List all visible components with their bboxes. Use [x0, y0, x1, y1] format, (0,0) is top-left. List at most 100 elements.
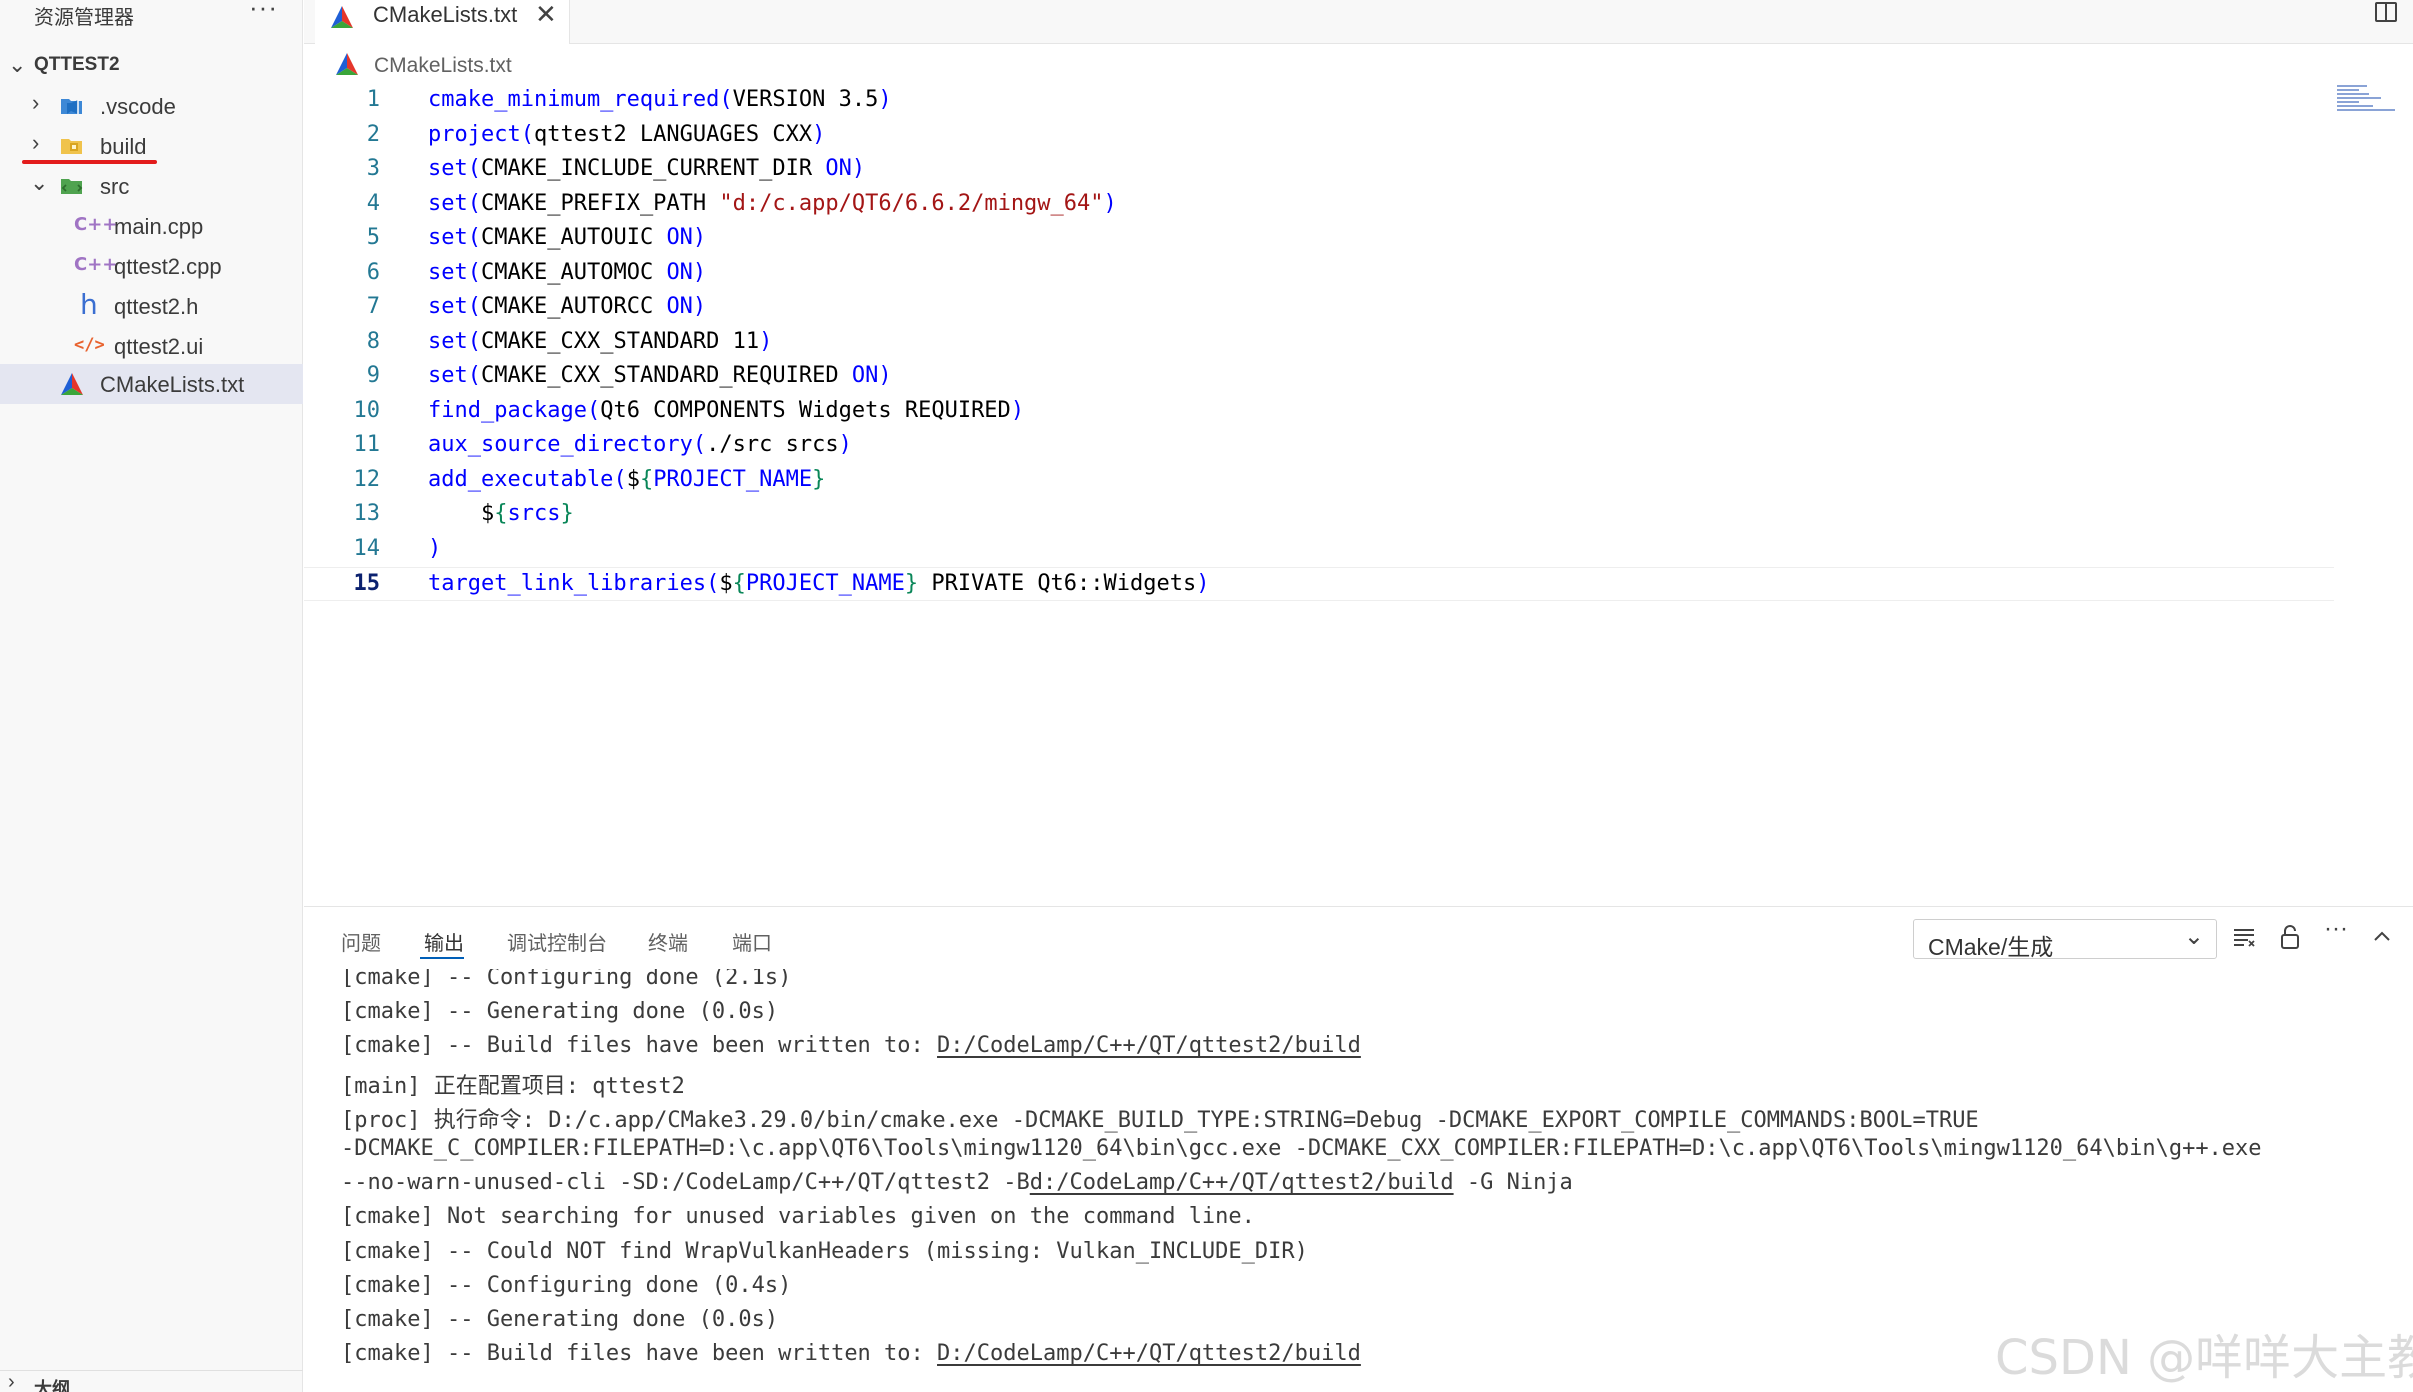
- split-editor-icon[interactable]: [2375, 2, 2397, 22]
- code-text: set(CMAKE_CXX_STANDARD 11): [428, 329, 772, 354]
- tree-item-qttest2-ui[interactable]: </> qttest2.ui: [0, 326, 303, 366]
- code-token: ON): [825, 156, 866, 181]
- code-line[interactable]: 9 set(CMAKE_CXX_STANDARD_REQUIRED ON): [304, 360, 2334, 394]
- code-line[interactable]: 1 cmake_minimum_required(VERSION 3.5): [304, 84, 2334, 118]
- output-path-link[interactable]: d:/CodeLamp/C++/QT/qttest2/build: [1030, 1170, 1454, 1195]
- line-number: 11: [353, 432, 381, 457]
- code-token: {: [732, 571, 746, 596]
- code-line[interactable]: 10 find_package(Qt6 COMPONENTS Widgets RE…: [304, 395, 2334, 429]
- active-tab-indicator: [420, 957, 464, 959]
- code-line[interactable]: 6 set(CMAKE_AUTOMOC ON): [304, 257, 2334, 291]
- code-token: CMAKE_CXX_STANDARD 11: [481, 328, 760, 354]
- code-text: ${srcs}: [428, 501, 574, 526]
- code-token: (: [692, 432, 707, 457]
- code-token: set: [428, 156, 468, 181]
- code-line[interactable]: 3 set(CMAKE_INCLUDE_CURRENT_DIR ON): [304, 153, 2334, 187]
- more-actions-icon[interactable]: ···: [2322, 915, 2350, 943]
- tree-item-label: qttest2.ui: [114, 334, 204, 359]
- tab-terminal[interactable]: 终端: [648, 927, 688, 956]
- outline-label: 大纲: [34, 1379, 70, 1392]
- code-editor[interactable]: 1 cmake_minimum_required(VERSION 3.5) 2 pro…: [304, 84, 2413, 904]
- annotation-underline: [22, 160, 157, 164]
- code-token: CMAKE_AUTORCC: [481, 294, 667, 319]
- code-token: project: [428, 121, 521, 147]
- tab-debug-console[interactable]: 调试控制台: [507, 927, 607, 956]
- line-number: 3: [366, 156, 380, 181]
- line-number: 4: [366, 190, 380, 216]
- line-number: 7: [366, 294, 380, 319]
- line-number: 5: [366, 225, 380, 250]
- code-token: CMAKE_AUTOUIC: [481, 225, 667, 250]
- explorer-header: 资源管理器 ···: [0, 0, 303, 34]
- tab-cmakelists[interactable]: CMakeLists.txt ✕: [315, 0, 570, 44]
- code-line[interactable]: 4 set(CMAKE_PREFIX_PATH "d:/c.app/QT6/6.6…: [304, 188, 2334, 222]
- code-token: ON): [666, 294, 707, 319]
- code-token: PROJECT_NAME: [653, 466, 813, 492]
- code-line[interactable]: 2 project(qttest2 LANGUAGES CXX): [304, 119, 2334, 153]
- minimap[interactable]: [2337, 85, 2395, 115]
- code-text: set(CMAKE_AUTORCC ON): [428, 294, 706, 319]
- tab-ports[interactable]: 端口: [732, 927, 772, 956]
- tab-label: CMakeLists.txt: [373, 2, 518, 27]
- tab-problems[interactable]: 问题: [341, 927, 381, 956]
- code-text: project(qttest2 LANGUAGES CXX): [428, 122, 825, 147]
- tree-item-src[interactable]: ⌄ src: [0, 166, 303, 206]
- tree-item-qttest2-cpp[interactable]: C++ qttest2.cpp: [0, 246, 303, 286]
- tree-item-cmakelists[interactable]: CMakeLists.txt: [0, 364, 303, 404]
- line-number: 12: [353, 466, 381, 492]
- more-actions-icon[interactable]: ···: [249, 0, 278, 23]
- tree-item-label: CMakeLists.txt: [100, 372, 245, 397]
- code-token: "d:/c.app/QT6/6.6.2/mingw_64": [719, 190, 1104, 216]
- line-number: 10: [353, 397, 381, 423]
- workspace-root[interactable]: ⌄ QTTEST2: [0, 50, 303, 80]
- code-line[interactable]: 13 ${srcs}: [304, 498, 2334, 532]
- output-line: [cmake] -- Generating done (0.0s): [341, 999, 778, 1024]
- output-text: [cmake] -- Build files have been written…: [341, 1033, 938, 1059]
- code-line[interactable]: 11 aux_source_directory(./src srcs): [304, 429, 2334, 463]
- word-wrap-icon[interactable]: [2230, 923, 2258, 951]
- code-text: add_executable(${PROJECT_NAME}: [428, 467, 825, 492]
- code-token: $: [719, 571, 733, 596]
- code-token: $: [428, 501, 495, 526]
- code-token: (: [613, 466, 627, 492]
- output-line: [proc] 执行命令: D:/c.app/CMake3.29.0/bin/cm…: [341, 1102, 1979, 1134]
- output-text: [cmake] -- Generating done (0.0s): [341, 999, 779, 1025]
- code-line[interactable]: 8 set(CMAKE_CXX_STANDARD 11): [304, 326, 2334, 360]
- code-token: (: [719, 87, 733, 112]
- output-line: [cmake] -- Build files have been written…: [341, 1341, 1361, 1366]
- chevron-down-icon: ⌄: [30, 170, 49, 195]
- code-token: ): [428, 535, 442, 561]
- code-text: target_link_libraries(${PROJECT_NAME} PR…: [428, 571, 1210, 596]
- breadcrumb-item[interactable]: CMakeLists.txt: [374, 54, 512, 78]
- code-line[interactable]: 7 set(CMAKE_AUTORCC ON): [304, 291, 2334, 325]
- code-line[interactable]: 12 add_executable(${PROJECT_NAME}: [304, 464, 2334, 498]
- code-token: set: [428, 190, 468, 216]
- tree-item-qttest2-h[interactable]: h qttest2.h: [0, 286, 303, 326]
- line-number: 15: [353, 571, 381, 596]
- output-line: [cmake] -- Build files have been written…: [341, 1033, 1361, 1058]
- output-path-link[interactable]: D:/CodeLamp/C++/QT/qttest2/build: [937, 1341, 1361, 1366]
- code-token: target_link_libraries: [428, 571, 707, 596]
- code-token: qttest2 LANGUAGES CXX: [533, 121, 813, 147]
- close-icon[interactable]: ✕: [535, 0, 557, 30]
- chevron-right-icon: ›: [8, 1371, 15, 1392]
- chevron-down-icon: ⌄: [8, 52, 27, 77]
- tree-item-label: main.cpp: [114, 214, 204, 239]
- code-token: {: [494, 501, 508, 526]
- code-line[interactable]: 15 target_link_libraries(${PROJECT_NAME} …: [304, 567, 2334, 601]
- output-text: [cmake] Not searching for unused variabl…: [341, 1204, 1255, 1230]
- code-line[interactable]: 5 set(CMAKE_AUTOUIC ON): [304, 222, 2334, 256]
- output-path-link[interactable]: D:/CodeLamp/C++/QT/qttest2/build: [937, 1033, 1361, 1058]
- lock-icon[interactable]: [2276, 923, 2304, 951]
- tab-output[interactable]: 输出: [424, 927, 464, 956]
- code-token: (: [467, 294, 481, 319]
- tree-item-main-cpp[interactable]: C++ main.cpp: [0, 206, 303, 246]
- chevron-up-icon[interactable]: [2368, 923, 2396, 951]
- tree-item-vscode[interactable]: › .vscode: [0, 86, 303, 126]
- code-line[interactable]: 14): [304, 533, 2334, 567]
- code-token: ./src srcs: [706, 432, 839, 457]
- outline-section[interactable]: › 大纲: [0, 1370, 303, 1392]
- line-number: 6: [366, 259, 380, 285]
- code-text: set(CMAKE_INCLUDE_CURRENT_DIR ON): [428, 156, 865, 181]
- output-channel-select[interactable]: CMake/生成 ⌄: [1913, 919, 2217, 960]
